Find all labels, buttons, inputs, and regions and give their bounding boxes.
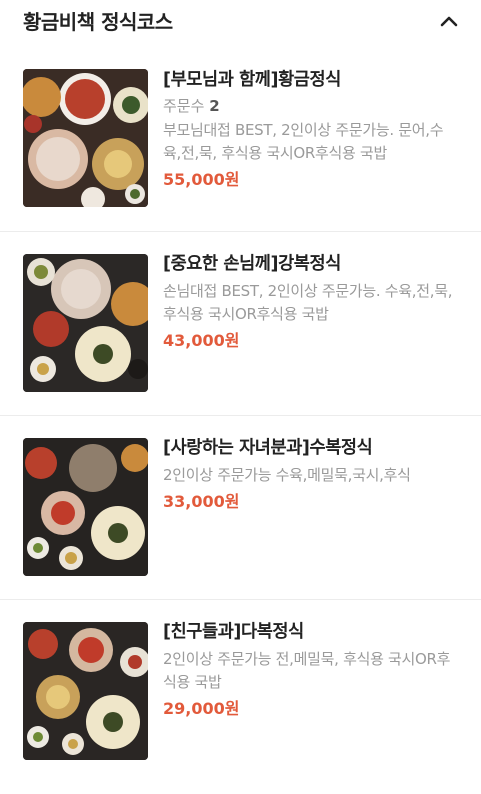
menu-item-photo <box>23 622 148 760</box>
menu-item-title: [중요한 손님께]강복정식 <box>163 254 341 274</box>
section-header: 황금비책 정식코스 <box>0 0 481 42</box>
menu-item-title: [사랑하는 자녀분과]수복정식 <box>163 438 373 458</box>
order-count-value: 2 <box>209 97 220 115</box>
menu-item-price: 43,000원 <box>163 331 240 350</box>
menu-item-description: 손님대접 BEST, 2인이상 주문가능. 수육,전,묵, 후식용 국시OR후식… <box>163 282 453 323</box>
menu-item-description: 부모님대접 BEST, 2인이상 주문가능. 문어,수육,전,묵, 후식용 국시… <box>163 121 444 162</box>
collapse-toggle-button[interactable] <box>433 6 465 34</box>
menu-item-title: [친구들과]다복정식 <box>163 622 304 642</box>
menu-item-price: 55,000원 <box>163 170 240 189</box>
menu-item-description: 2인이상 주문가능 수육,메밀묵,국시,후식 <box>163 466 411 484</box>
menu-list: [부모님과 함께]황금정식 주문수 2 부모님대접 BEST, 2인이상 주문가… <box>0 48 481 783</box>
menu-item[interactable]: [사랑하는 자녀분과]수복정식 2인이상 주문가능 수육,메밀묵,국시,후식 3… <box>0 416 481 600</box>
menu-item-price: 29,000원 <box>163 699 240 718</box>
menu-item-photo <box>23 438 148 576</box>
section-title: 황금비책 정식코스 <box>23 10 173 34</box>
menu-item-photo <box>23 254 148 392</box>
chevron-up-icon <box>440 16 458 27</box>
menu-item[interactable]: [부모님과 함께]황금정식 주문수 2 부모님대접 BEST, 2인이상 주문가… <box>0 48 481 232</box>
menu-item-title: [부모님과 함께]황금정식 <box>163 70 341 90</box>
menu-item-price: 33,000원 <box>163 492 240 511</box>
menu-item-photo <box>23 69 148 207</box>
order-count-label: 주문수 <box>163 97 205 115</box>
menu-item-description: 2인이상 주문가능 전,메밀묵, 후식용 국시OR후식용 국밥 <box>163 650 451 691</box>
menu-item[interactable]: [중요한 손님께]강복정식 손님대접 BEST, 2인이상 주문가능. 수육,전… <box>0 232 481 416</box>
order-count-line: 주문수 2 <box>163 95 458 117</box>
menu-item[interactable]: [친구들과]다복정식 2인이상 주문가능 전,메밀묵, 후식용 국시OR후식용 … <box>0 600 481 783</box>
